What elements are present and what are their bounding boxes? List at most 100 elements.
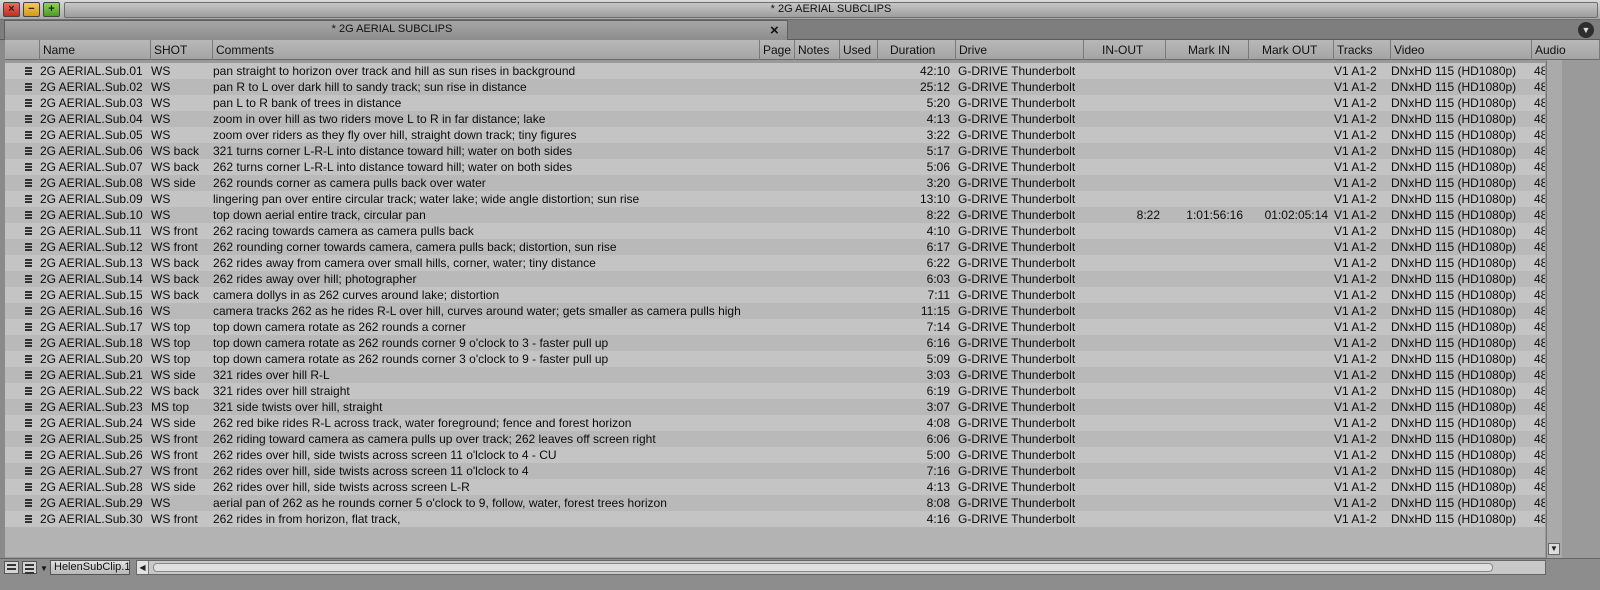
- subclip-icon[interactable]: [25, 227, 32, 236]
- subclip-icon[interactable]: [25, 131, 32, 140]
- subclip-icon[interactable]: [25, 243, 32, 252]
- subclip-icon[interactable]: [25, 211, 32, 220]
- subclip-icon[interactable]: [25, 451, 32, 460]
- subclip-icon[interactable]: [25, 403, 32, 412]
- table-row[interactable]: 2G AERIAL.Sub.01 WS pan straight to horizo…: [5, 63, 1545, 79]
- cell-comments: 262 riding toward camera as camera pulls…: [213, 432, 656, 446]
- subclip-icon[interactable]: [25, 355, 32, 364]
- column-header-notes[interactable]: Notes: [795, 40, 840, 60]
- subclip-icon[interactable]: [25, 323, 32, 332]
- subclip-icon[interactable]: [25, 339, 32, 348]
- table-row[interactable]: 2G AERIAL.Sub.24 WS side 262 red bike ride…: [5, 415, 1545, 431]
- subclip-icon[interactable]: [25, 179, 32, 188]
- table-row[interactable]: 2G AERIAL.Sub.29 WS aerial pan of 262 as h…: [5, 495, 1545, 511]
- table-row[interactable]: 2G AERIAL.Sub.11 WS front 262 racing towar…: [5, 223, 1545, 239]
- table-row[interactable]: 2G AERIAL.Sub.08 WS side 262 rounds corner…: [5, 175, 1545, 191]
- maximize-window-button[interactable]: +: [43, 2, 60, 17]
- cell-shot: WS side: [151, 480, 196, 494]
- minimize-window-button[interactable]: −: [23, 2, 40, 17]
- subclip-icon[interactable]: [25, 115, 32, 124]
- column-header-audio[interactable]: Audio: [1532, 40, 1600, 60]
- table-row[interactable]: 2G AERIAL.Sub.13 WS back 262 rides away fr…: [5, 255, 1545, 271]
- table-row[interactable]: 2G AERIAL.Sub.03 WS pan L to R bank of tre…: [5, 95, 1545, 111]
- subclip-icon[interactable]: [25, 195, 32, 204]
- column-header-in-out[interactable]: IN-OUT: [1084, 40, 1166, 60]
- subclip-icon[interactable]: [25, 419, 32, 428]
- cell-in-out: [1084, 127, 1160, 143]
- subclip-icon[interactable]: [25, 499, 32, 508]
- table-row[interactable]: 2G AERIAL.Sub.25 WS front 262 riding towar…: [5, 431, 1545, 447]
- subclip-icon[interactable]: [25, 259, 32, 268]
- column-header-used[interactable]: Used: [840, 40, 878, 60]
- close-window-button[interactable]: ×: [3, 2, 20, 17]
- cell-mark-in: [1166, 239, 1243, 255]
- horizontal-scroll-thumb[interactable]: [153, 563, 1493, 572]
- column-header-mark-in[interactable]: Mark IN: [1166, 40, 1249, 60]
- column-header-name[interactable]: Name: [40, 40, 151, 60]
- subclip-icon[interactable]: [25, 147, 32, 156]
- table-row[interactable]: 2G AERIAL.Sub.27 WS front 262 rides over h…: [5, 463, 1545, 479]
- subclip-icon[interactable]: [25, 515, 32, 524]
- scroll-left-arrow-icon[interactable]: ◀: [137, 561, 149, 574]
- table-row[interactable]: 2G AERIAL.Sub.06 WS back 321 turns corner …: [5, 143, 1545, 159]
- cell-video: DNxHD 115 (HD1080p): [1391, 96, 1517, 110]
- subclip-icon[interactable]: [25, 435, 32, 444]
- table-row[interactable]: 2G AERIAL.Sub.20 WS top top down camera ro…: [5, 351, 1545, 367]
- subclip-icon[interactable]: [25, 483, 32, 492]
- cell-shot: WS: [151, 192, 171, 206]
- tab-close-icon[interactable]: ×: [770, 22, 779, 39]
- frame-view-icon[interactable]: [4, 561, 19, 574]
- table-row[interactable]: 2G AERIAL.Sub.02 WS pan R to L over dark h…: [5, 79, 1545, 95]
- table-row[interactable]: 2G AERIAL.Sub.07 WS back 262 turns corner …: [5, 159, 1545, 175]
- subclip-icon[interactable]: [25, 163, 32, 172]
- column-header-duration[interactable]: Duration: [878, 40, 956, 60]
- subclip-icon[interactable]: [25, 275, 32, 284]
- scroll-down-arrow-icon[interactable]: ▼: [1548, 543, 1560, 555]
- cell-mark-out: [1249, 175, 1328, 191]
- table-row[interactable]: 2G AERIAL.Sub.17 WS top top down camera ro…: [5, 319, 1545, 335]
- column-header-comments[interactable]: Comments: [213, 40, 760, 60]
- subclip-icon[interactable]: [25, 467, 32, 476]
- table-row[interactable]: 2G AERIAL.Sub.28 WS side 262 rides over hi…: [5, 479, 1545, 495]
- table-row[interactable]: 2G AERIAL.Sub.10 WS top down aerial entire…: [5, 207, 1545, 223]
- column-header-shot[interactable]: SHOT: [151, 40, 213, 60]
- column-header-tracks[interactable]: Tracks: [1334, 40, 1391, 60]
- bin-view-selector[interactable]: HelenSubClip.1: [50, 560, 130, 575]
- subclip-icon[interactable]: [25, 99, 32, 108]
- cell-video: DNxHD 115 (HD1080p): [1391, 224, 1517, 238]
- text-view-icon[interactable]: [22, 561, 37, 574]
- cell-drive: G-DRIVE Thunderbolt: [958, 80, 1076, 94]
- cell-mark-in: [1166, 255, 1243, 271]
- table-row[interactable]: 2G AERIAL.Sub.26 WS front 262 rides over h…: [5, 447, 1545, 463]
- subclip-icon[interactable]: [25, 307, 32, 316]
- column-header-mark-out[interactable]: Mark OUT: [1249, 40, 1334, 60]
- table-row[interactable]: 2G AERIAL.Sub.05 WS zoom over riders as th…: [5, 127, 1545, 143]
- column-header-drive[interactable]: Drive: [956, 40, 1084, 60]
- cell-in-out: [1084, 287, 1160, 303]
- subclip-icon[interactable]: [25, 67, 32, 76]
- subclip-icon[interactable]: [25, 371, 32, 380]
- table-row[interactable]: 2G AERIAL.Sub.12 WS front 262 rounding cor…: [5, 239, 1545, 255]
- table-row[interactable]: 2G AERIAL.Sub.23 MS top 321 side twists ov…: [5, 399, 1545, 415]
- bin-menu-icon[interactable]: ▼: [1578, 22, 1594, 38]
- table-row[interactable]: 2G AERIAL.Sub.18 WS top top down camera ro…: [5, 335, 1545, 351]
- table-row[interactable]: 2G AERIAL.Sub.04 WS zoom in over hill as t…: [5, 111, 1545, 127]
- table-row[interactable]: 2G AERIAL.Sub.22 WS back 321 rides over hi…: [5, 383, 1545, 399]
- table-row[interactable]: 2G AERIAL.Sub.14 WS back 262 rides away ov…: [5, 271, 1545, 287]
- vertical-scrollbar[interactable]: [1546, 60, 1562, 558]
- horizontal-scrollbar[interactable]: ◀: [136, 560, 1546, 575]
- column-header-page[interactable]: Page: [760, 40, 795, 60]
- table-row[interactable]: 2G AERIAL.Sub.21 WS side 321 rides over hi…: [5, 367, 1545, 383]
- table-row[interactable]: 2G AERIAL.Sub.15 WS back camera dollys in …: [5, 287, 1545, 303]
- subclip-icon[interactable]: [25, 387, 32, 396]
- table-row[interactable]: 2G AERIAL.Sub.16 WS camera tracks 262 as h…: [5, 303, 1545, 319]
- table-row[interactable]: 2G AERIAL.Sub.30 WS front 262 rides in fro…: [5, 511, 1545, 527]
- cell-in-out: [1084, 223, 1160, 239]
- column-header-icon[interactable]: [5, 40, 40, 60]
- table-row[interactable]: 2G AERIAL.Sub.09 WS lingering pan over ent…: [5, 191, 1545, 207]
- tab-bin[interactable]: * 2G AERIAL SUBCLIPS ×: [4, 20, 788, 40]
- view-menu-chevron-icon[interactable]: ▼: [40, 564, 48, 573]
- column-header-video[interactable]: Video: [1391, 40, 1532, 60]
- subclip-icon[interactable]: [25, 291, 32, 300]
- subclip-icon[interactable]: [25, 83, 32, 92]
